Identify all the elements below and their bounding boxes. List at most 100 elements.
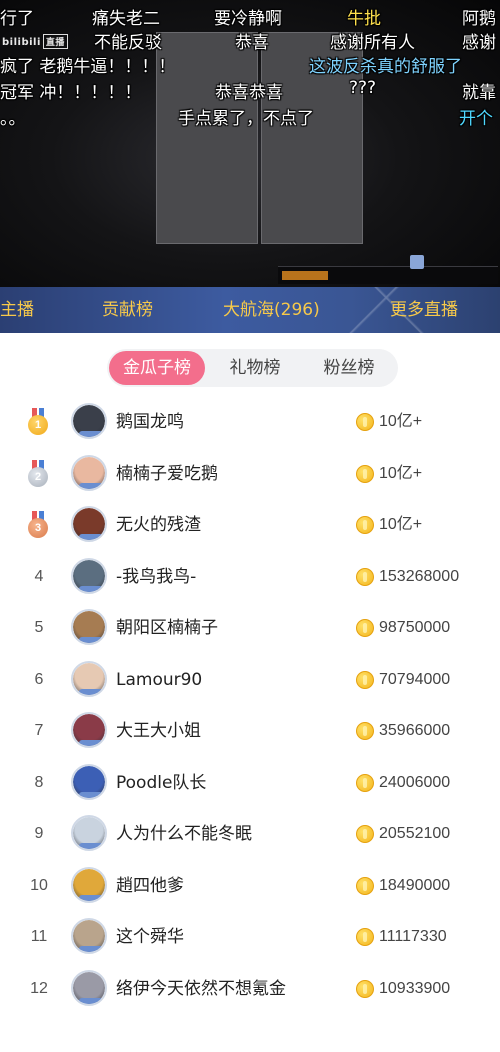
user-name[interactable]: 鹅国龙鸣 [116, 396, 184, 448]
gold-seed-icon [356, 413, 374, 431]
user-avatar[interactable] [71, 866, 107, 903]
user-name[interactable]: 朝阳区楠楠子 [116, 602, 218, 654]
guard-badge-icon [79, 534, 103, 540]
ranking-row[interactable]: 5 朝阳区楠楠子 98750000 [0, 602, 500, 654]
contribution-value: 35966000 [379, 722, 451, 739]
contribution-value: 24006000 [379, 773, 451, 791]
gold-seed-icon [356, 928, 374, 946]
rank-number: 10 [30, 876, 48, 894]
bilibili-logo: bilibili 直播 [2, 34, 68, 49]
gold-seed-icon [356, 773, 374, 792]
danmaku-comment: 感谢所有人 [330, 33, 415, 53]
user-name[interactable]: 楠楠子爱吃鹅 [116, 448, 218, 500]
user-avatar[interactable] [71, 454, 107, 491]
danmaku-comment: 就靠 [462, 83, 496, 103]
rank-number: 6 [34, 670, 44, 688]
user-avatar[interactable] [71, 660, 107, 697]
contribution-value: 10933900 [379, 979, 451, 997]
user-avatar[interactable] [71, 763, 107, 800]
danmaku-comment: 感谢 [462, 33, 496, 53]
rank-number: 11 [30, 928, 48, 945]
gold-medal-icon: 1 [27, 408, 49, 436]
danmaku-comment: 行了 [0, 9, 34, 29]
tab-more-live[interactable]: 更多直播 [390, 287, 458, 333]
tab-bar: 主播 贡献榜 大航海(296) 更多直播 [0, 287, 500, 333]
user-name[interactable]: 无火的残渣 [116, 499, 201, 551]
rank-number: 5 [34, 619, 44, 636]
guard-badge-icon [79, 688, 103, 695]
user-avatar[interactable] [71, 609, 107, 645]
user-name[interactable]: Poodle队长 [116, 757, 206, 809]
danmaku-comment: 阿鹅 [462, 9, 496, 29]
ranking-row[interactable]: 4 -我鸟我鸟- 153268000 [0, 551, 500, 603]
contribution-value: 153268000 [379, 567, 460, 585]
contribution-value: 10亿+ [379, 464, 423, 482]
user-name[interactable]: 大王大小姐 [116, 705, 201, 757]
ranking-row[interactable]: 3 无火的残渣 10亿+ [0, 499, 500, 551]
game-status-bar [278, 255, 498, 284]
ranking-row[interactable]: 6 Lamour90 70794000 [0, 654, 500, 706]
guard-badge-icon [79, 894, 103, 901]
segment-gifts[interactable]: 礼物榜 [207, 351, 303, 385]
logo-badge: 直播 [42, 34, 68, 49]
gold-seed-icon [356, 619, 374, 637]
tab-contribution[interactable]: 贡献榜 [102, 287, 153, 333]
segment-gold-seeds[interactable]: 金瓜子榜 [109, 351, 205, 385]
guard-badge-icon [79, 740, 103, 746]
contribution-value: 18490000 [379, 876, 451, 894]
user-avatar[interactable] [71, 918, 107, 954]
contribution-value: 11117330 [379, 928, 447, 945]
ranking-row[interactable]: 1 鹅国龙鸣 10亿+ [0, 396, 500, 448]
user-avatar[interactable] [71, 969, 107, 1006]
user-avatar[interactable] [71, 557, 107, 594]
user-avatar[interactable] [71, 712, 107, 748]
danmaku-comment: 要冷静啊 [214, 9, 282, 29]
contribution-value: 10亿+ [379, 516, 423, 533]
guard-badge-icon [79, 585, 103, 592]
user-name[interactable]: -我鸟我鸟- [116, 551, 196, 603]
user-avatar[interactable] [71, 403, 107, 439]
danmaku-comment: ??? [349, 78, 377, 98]
user-avatar[interactable] [71, 815, 107, 851]
danmaku-comment: 疯了 老鹅牛逼！！！！ [0, 57, 176, 77]
contribution-value: 98750000 [379, 619, 451, 636]
ranking-row[interactable]: 2 楠楠子爱吃鹅 10亿+ [0, 448, 500, 500]
ranking-row[interactable]: 8 Poodle队长 24006000 [0, 757, 500, 809]
danmaku-comment: 痛失老二 [92, 9, 160, 29]
gold-seed-icon [356, 722, 374, 740]
ranking-type-switch: 金瓜子榜 礼物榜 粉丝榜 [107, 349, 398, 387]
gold-seed-icon [356, 876, 374, 895]
rank-number: 9 [34, 825, 44, 842]
gold-seed-icon [356, 670, 374, 689]
game-status-chip [282, 271, 328, 280]
medal-rank-number: 1 [28, 415, 48, 435]
gold-seed-icon [356, 567, 374, 586]
bronze-medal-icon: 3 [27, 511, 49, 539]
ranking-panel: 金瓜子榜 礼物榜 粉丝榜 1 鹅国龙鸣 10亿+ 2 楠楠子爱吃鹅 10亿+ 3 无火的残渣 1… [0, 333, 500, 1052]
live-video-player[interactable]: bilibili 直播 行了 痛失老二 要冷静啊 牛批 阿鹅 不能反驳 恭喜 感谢… [0, 0, 500, 287]
ranking-row[interactable]: 10 趙四他爹 18490000 [0, 860, 500, 912]
danmaku-comment: 这波反杀真的舒服了 [309, 57, 462, 77]
ranking-row[interactable]: 7 大王大小姐 35966000 [0, 705, 500, 757]
rank-number: 12 [30, 979, 48, 997]
tab-guard[interactable]: 大航海(296) [223, 287, 320, 333]
ranking-row[interactable]: 9 人为什么不能冬眠 20552100 [0, 808, 500, 860]
ranking-row[interactable]: 12 络伊今天依然不想氪金 10933900 [0, 963, 500, 1015]
contribution-value: 10亿+ [379, 413, 423, 430]
user-name[interactable]: 这个舜华 [116, 911, 184, 963]
rank-number: 8 [34, 773, 44, 791]
user-avatar[interactable] [71, 506, 107, 542]
danmaku-comment: 手点累了，不点了 [178, 109, 314, 129]
danmaku-comment: 牛批 [347, 9, 381, 29]
user-name[interactable]: 人为什么不能冬眠 [116, 808, 252, 860]
ranking-row[interactable]: 11 这个舜华 11117330 [0, 911, 500, 963]
user-name[interactable]: Lamour90 [116, 654, 202, 706]
segment-fans[interactable]: 粉丝榜 [301, 351, 397, 385]
guard-badge-icon [79, 946, 103, 952]
user-name[interactable]: 趙四他爹 [116, 860, 184, 912]
guard-badge-icon [79, 997, 103, 1004]
guard-badge-icon [79, 843, 103, 849]
danmaku-comment: 冠军 冲！！！！！ [0, 83, 142, 103]
tab-streamer[interactable]: 主播 [0, 287, 34, 333]
user-name[interactable]: 络伊今天依然不想氪金 [116, 963, 286, 1015]
